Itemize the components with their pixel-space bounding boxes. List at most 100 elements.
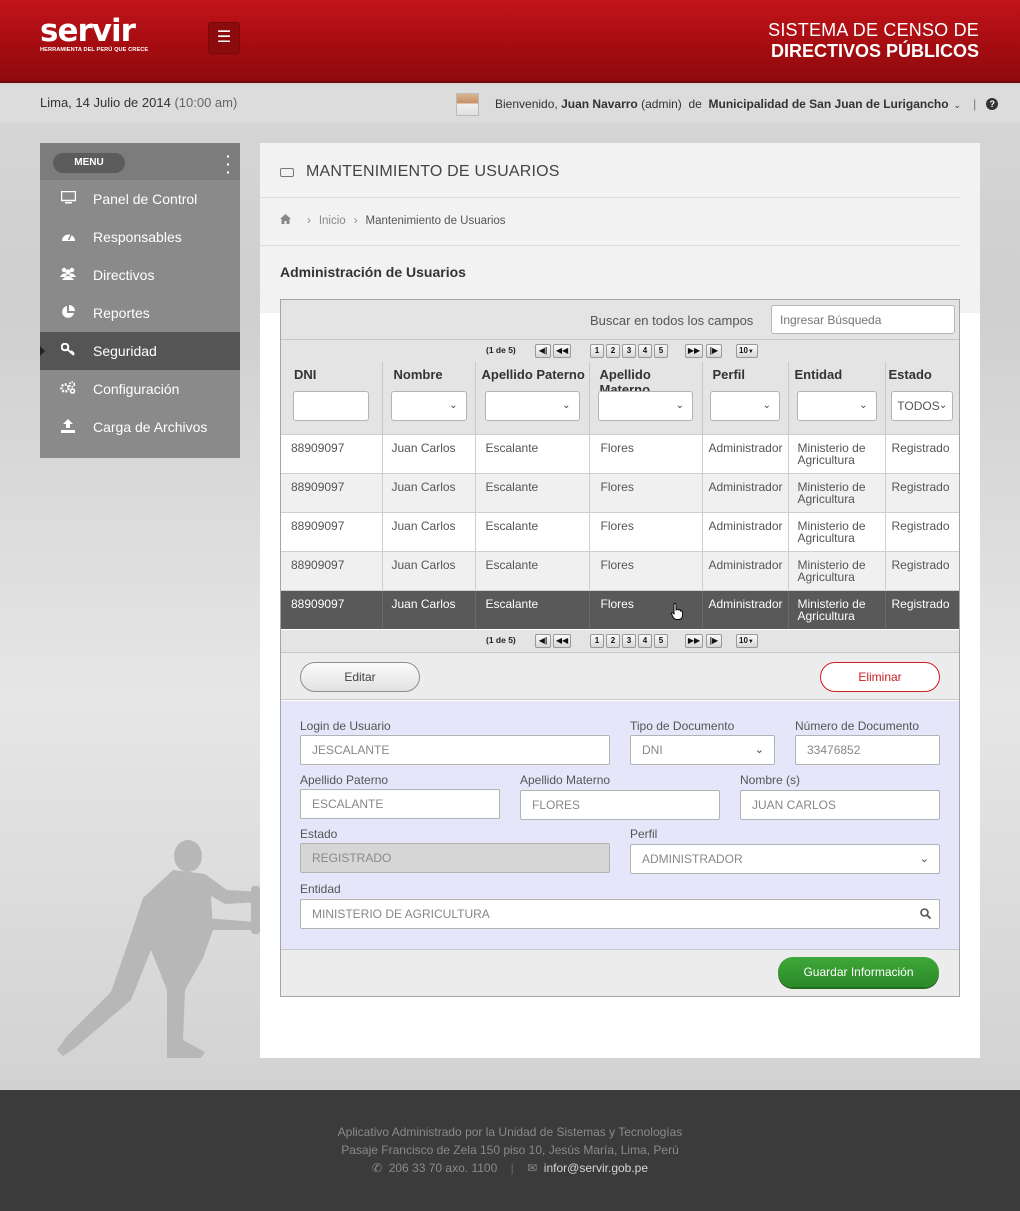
cell-dni: 88909097 [281, 589, 382, 629]
first-page-icon[interactable]: ◀​| [535, 344, 551, 358]
cell-nombre: Juan Carlos [381, 472, 475, 512]
page-button[interactable]: 5 [654, 344, 668, 358]
main-panel: MANTENIMIENTO DE USUARIOS › Inicio › Man… [260, 143, 980, 1058]
filter-nombre-select[interactable]: ⌄ [390, 391, 467, 421]
grid-actions: Editar Eliminar [281, 652, 959, 700]
table-row[interactable]: 88909097 Juan Carlos Escalante Flores Ad… [281, 472, 959, 512]
menu-label: MENU [53, 153, 125, 173]
save-button[interactable]: Guardar Información [778, 957, 939, 987]
home-icon[interactable] [280, 214, 291, 227]
sidebar-item-label: Seguridad [93, 343, 157, 359]
page-button[interactable]: 5 [654, 634, 668, 648]
column-label: Apellido Paterno [481, 367, 585, 382]
table-row[interactable]: 88909097 Juan Carlos Escalante Flores Ad… [281, 433, 959, 473]
doc-type-select[interactable]: DNI ⌄ [630, 735, 775, 765]
chevron-down-icon: ⌄ [675, 400, 684, 411]
last-page-icon[interactable]: |▶ [706, 634, 722, 648]
filter-estado-select[interactable]: TODOS ⌄ [891, 391, 954, 421]
page-button[interactable]: 3 [622, 634, 636, 648]
login-field[interactable]: JESCALANTE [300, 735, 610, 765]
search-input[interactable] [771, 305, 955, 334]
footer-email[interactable]: infor@servir.gob.pe [544, 1161, 648, 1175]
monitor-icon [59, 190, 77, 207]
edit-button[interactable]: Editar [300, 662, 420, 692]
page-size-select[interactable]: 10▼ [736, 634, 758, 648]
logo-wordmark: servir [40, 13, 136, 49]
cell-dni: 88909097 [281, 472, 382, 512]
filter-dni-input[interactable] [293, 391, 370, 421]
filter-entidad-select[interactable]: ⌄ [796, 391, 877, 421]
cell-nombre: Juan Carlos [381, 433, 475, 473]
breadcrumb-separator: › [307, 214, 311, 227]
entity-name: Municipalidad de San Juan de Lurigancho [708, 97, 949, 111]
entidad-field[interactable]: MINISTERIO DE AGRICULTURA [300, 899, 940, 929]
users-icon [59, 267, 77, 283]
hamburger-menu-button[interactable]: ☰ [208, 22, 240, 54]
cell-perfil: Administrador [701, 589, 788, 629]
page-button[interactable]: 4 [638, 634, 652, 648]
user-form: Login de Usuario JESCALANTE Tipo de Docu… [281, 701, 959, 949]
last-page-icon[interactable]: |▶ [706, 344, 722, 358]
sidebar-item-carga-archivos[interactable]: Carga de Archivos [40, 408, 240, 446]
breadcrumb-inicio[interactable]: Inicio [319, 215, 346, 227]
column-header-perfil: Perfil ⌄ [701, 362, 788, 434]
column-header-dni: DNI [281, 362, 382, 434]
cell-apellido-paterno: Escalante [474, 550, 589, 590]
cell-nombre: Juan Carlos [381, 550, 475, 590]
filter-apellido-materno-select[interactable]: ⌄ [598, 391, 693, 421]
sidebar-item-seguridad[interactable]: Seguridad [40, 332, 240, 370]
next-page-icon[interactable]: ▶▶ [685, 344, 703, 358]
footer-line1: Aplicativo Administrado por la Unidad de… [337, 1125, 683, 1139]
help-icon[interactable]: ? [986, 98, 999, 110]
column-header-apellido-paterno: Apellido Paterno ⌄ [474, 362, 589, 434]
page-title-text: MANTENIMIENTO DE USUARIOS [306, 163, 560, 180]
apellido-paterno-field[interactable]: ESCALANTE [300, 789, 500, 819]
page-size-select[interactable]: 10▼ [736, 344, 758, 358]
first-page-icon[interactable]: ◀​| [535, 634, 551, 648]
sidebar-item-label: Configuración [93, 381, 180, 397]
divider [260, 197, 960, 198]
perfil-select[interactable]: ADMINISTRADOR ⌄ [630, 844, 940, 874]
servir-logo[interactable]: servir HERRAMIENTA DEL PERÚ QUE CRECE [40, 13, 148, 54]
de-text: de [688, 97, 702, 111]
footer-contact: ✆ 206 33 70 axo. 1100 | ✉ infor@servir.g… [0, 1161, 1020, 1175]
page-button[interactable]: 3 [622, 344, 636, 358]
next-page-icon[interactable]: ▶▶ [685, 634, 703, 648]
users-table: DNI Nombre ⌄ Apellido Paterno ⌄ Apellido… [281, 362, 959, 629]
column-header-nombre: Nombre ⌄ [381, 362, 475, 434]
sidebar-item-responsables[interactable]: Responsables [40, 218, 240, 256]
page-button[interactable]: 1 [590, 634, 604, 648]
search-icon[interactable] [920, 908, 931, 919]
sidebar-item-configuracion[interactable]: Configuración [40, 370, 240, 408]
table-row[interactable]: 88909097 Juan Carlos Escalante Flores Ad… [281, 511, 959, 551]
apellido-materno-field[interactable]: FLORES [520, 790, 720, 820]
system-title-line1: SISTEMA DE CENSO DE [768, 20, 979, 40]
cell-nombre: Juan Carlos [381, 511, 475, 551]
page-button[interactable]: 2 [606, 634, 620, 648]
table-row[interactable]: 88909097 Juan Carlos Escalante Flores Ad… [281, 550, 959, 590]
sidebar-item-label: Directivos [93, 267, 155, 283]
doc-number-field[interactable]: 33476852 [795, 735, 940, 765]
sidebar-item-directivos[interactable]: Directivos [40, 256, 240, 294]
cell-apellido-paterno: Escalante [474, 511, 589, 551]
more-vertical-icon[interactable]: · · · [226, 149, 231, 179]
footer-phone: 206 33 70 axo. 1100 [388, 1161, 498, 1175]
table-row-selected[interactable]: 88909097 Juan Carlos Escalante Flores Ad… [281, 589, 959, 629]
keyboard-icon [280, 167, 294, 177]
sidebar-item-panel-control[interactable]: Panel de Control [40, 180, 240, 218]
entity-selector[interactable]: Municipalidad de San Juan de Lurigancho ⌄ [709, 97, 962, 111]
cell-dni: 88909097 [281, 511, 382, 551]
nombre-field[interactable]: JUAN CARLOS [740, 790, 940, 820]
separator: | [973, 97, 977, 111]
apellido-materno-label: Apellido Materno [520, 773, 611, 787]
date-text: Lima, 14 Julio de 2014 [40, 95, 171, 110]
page-button[interactable]: 4 [638, 344, 652, 358]
prev-page-icon[interactable]: ◀◀ [553, 344, 571, 358]
page-button[interactable]: 1 [590, 344, 604, 358]
page-button[interactable]: 2 [606, 344, 620, 358]
filter-perfil-select[interactable]: ⌄ [710, 391, 780, 421]
filter-apellido-paterno-select[interactable]: ⌄ [484, 391, 580, 421]
delete-button[interactable]: Eliminar [820, 662, 940, 692]
sidebar-item-reportes[interactable]: Reportes [40, 294, 240, 332]
prev-page-icon[interactable]: ◀◀ [553, 634, 571, 648]
